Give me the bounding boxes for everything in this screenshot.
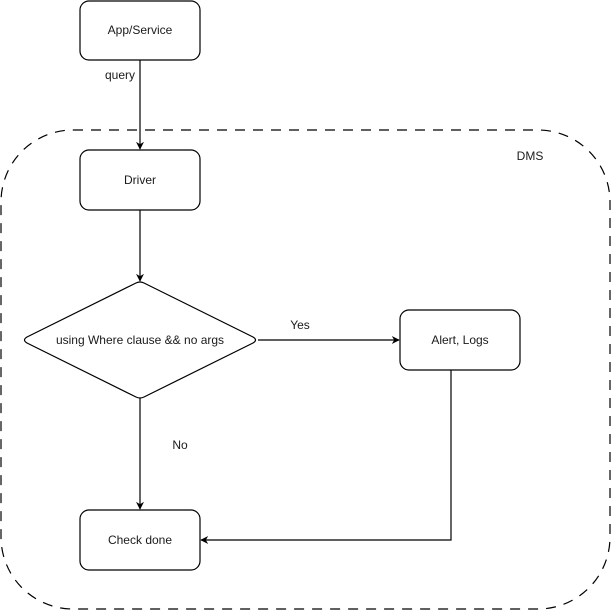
edge-decision-to-done: No <box>136 398 188 510</box>
node-driver[interactable]: Driver <box>79 149 201 211</box>
node-app-service[interactable]: App/Service <box>79 0 201 61</box>
edge-label-query: query <box>105 68 135 82</box>
edge-decision-to-alert: Yes <box>258 318 400 344</box>
node-alert-logs[interactable]: Alert, Logs <box>399 309 521 371</box>
edge-label-no: No <box>172 438 188 452</box>
node-label: Alert, Logs <box>431 333 488 347</box>
node-label: using Where clause && no args <box>56 333 224 347</box>
dms-container-label: DMS <box>517 149 544 163</box>
edge-line <box>200 370 452 544</box>
edge-alert-to-done <box>200 370 452 544</box>
node-check-done[interactable]: Check done <box>79 509 201 571</box>
node-label: App/Service <box>108 23 173 37</box>
node-decision[interactable]: using Where clause && no args <box>23 281 257 399</box>
node-label: Check done <box>108 533 172 547</box>
edge-label-yes: Yes <box>290 318 310 332</box>
node-label: Driver <box>124 173 156 187</box>
edge-app-to-driver: query <box>105 60 144 150</box>
flowchart-canvas: DMS query Yes No App/Service Driver usin… <box>0 0 611 610</box>
